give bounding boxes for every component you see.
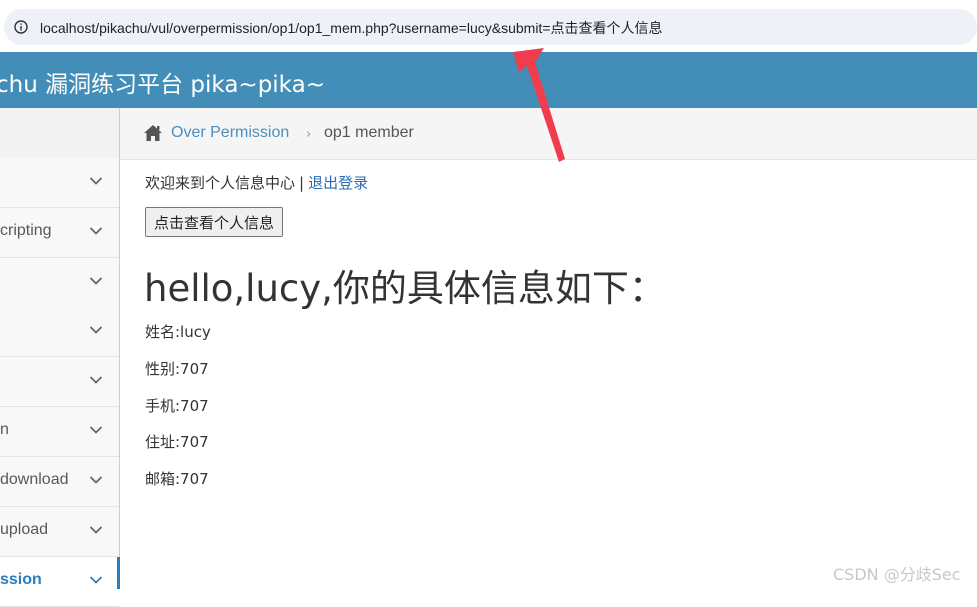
sidebar-item-unsafe-download[interactable]: download [0, 457, 119, 507]
page-heading: hello,lucy,你的具体信息如下： [144, 267, 666, 310]
chevron-down-icon [89, 177, 103, 185]
sidebar-item-label: download [0, 471, 69, 488]
info-icon[interactable] [14, 20, 28, 34]
chevron-down-icon [89, 376, 103, 384]
sidebar-item-4[interactable] [0, 307, 119, 357]
url-text[interactable]: localhost/pikachu/vul/overpermission/op1… [40, 18, 663, 38]
info-address: 住址:707 [145, 433, 209, 451]
active-indicator [117, 557, 120, 589]
chevron-down-icon [89, 426, 103, 434]
sidebar-item-label: upload [0, 521, 49, 538]
home-icon[interactable] [143, 124, 163, 142]
watermark: CSDN @分歧Sec [833, 565, 961, 584]
chevron-down-icon [89, 526, 103, 534]
sidebar-item-over-permission[interactable]: ssion [0, 557, 119, 607]
top-navbar: chu 漏洞练习平台 pika~pika~ [0, 52, 977, 108]
sidebar-shortcuts [0, 108, 119, 159]
sidebar-item-1[interactable] [0, 158, 119, 208]
chevron-down-icon [89, 277, 103, 285]
browser-address-bar: localhost/pikachu/vul/overpermission/op1… [0, 0, 977, 52]
chevron-down-icon [89, 576, 103, 584]
annotation-arrow [513, 48, 565, 162]
welcome-text: 欢迎来到个人信息中心 [145, 174, 296, 192]
info-email: 邮箱:707 [145, 470, 209, 488]
url-field[interactable]: localhost/pikachu/vul/overpermission/op1… [4, 9, 977, 45]
info-sex: 性别:707 [145, 360, 209, 378]
chevron-down-icon [89, 476, 103, 484]
sidebar-item-6[interactable]: n [0, 407, 119, 457]
welcome-line: 欢迎来到个人信息中心 | 退出登录 [145, 172, 368, 193]
view-info-button[interactable]: 点击查看个人信息 [145, 207, 284, 237]
separator: | [299, 174, 305, 192]
site-brand[interactable]: chu 漏洞练习平台 pika~pika~ [0, 65, 325, 99]
sidebar-item-label: ssion [0, 571, 42, 588]
chevron-down-icon [89, 227, 103, 235]
sidebar-item-5[interactable] [0, 357, 119, 407]
info-phone: 手机:707 [145, 397, 209, 415]
sidebar-item-unsafe-upload[interactable]: upload [0, 507, 119, 557]
chevron-down-icon [89, 326, 103, 334]
info-name: 姓名:lucy [145, 323, 211, 341]
sidebar-item-label: cripting [0, 222, 52, 239]
sidebar-item-3[interactable] [0, 258, 119, 308]
sidebar-item-xss[interactable]: cripting [0, 208, 119, 258]
sidebar-item-label: n [0, 421, 9, 438]
breadcrumb-current: op1 member [324, 124, 414, 141]
breadcrumb-link-over-permission[interactable]: Over Permission [171, 124, 289, 142]
logout-link[interactable]: 退出登录 [308, 174, 368, 192]
chevron-right-icon: › [306, 127, 312, 142]
